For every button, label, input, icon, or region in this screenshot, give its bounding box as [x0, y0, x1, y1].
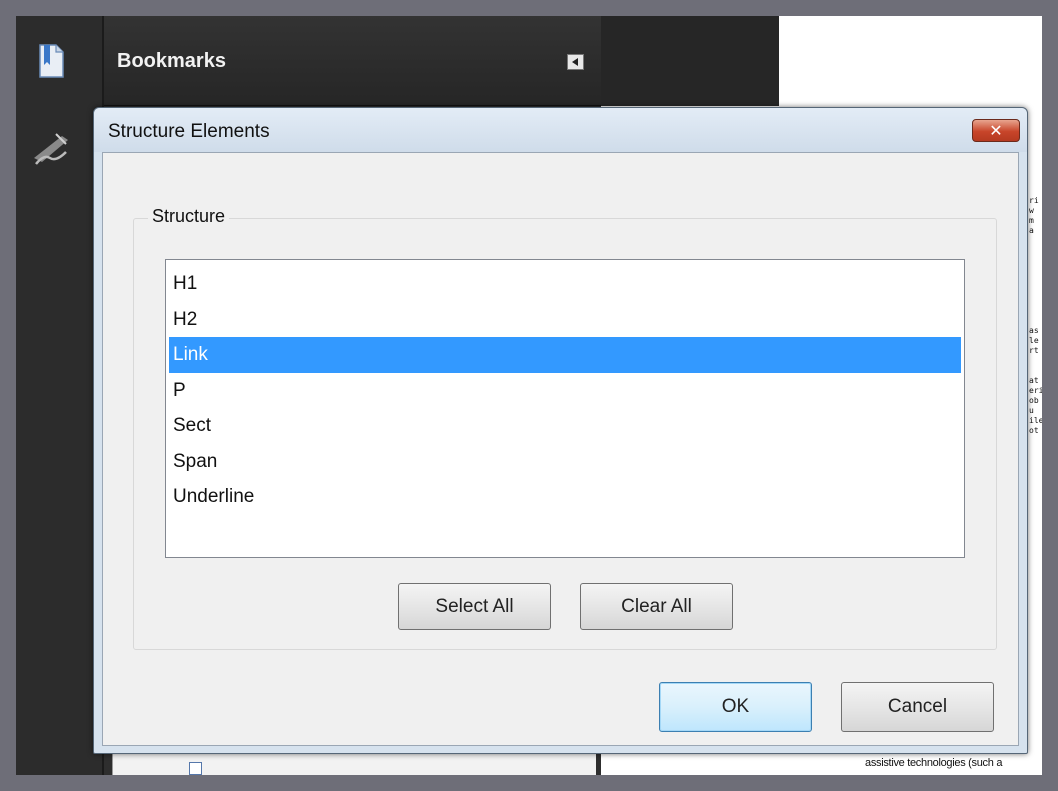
dialog-title: Structure Elements — [108, 121, 270, 142]
list-item-h1[interactable]: H1 — [169, 266, 961, 302]
close-button[interactable]: ✕ — [972, 119, 1020, 142]
collapse-panel-button[interactable] — [567, 54, 584, 70]
dialog-titlebar[interactable]: Structure Elements ✕ — [94, 108, 1027, 152]
list-item-span[interactable]: Span — [169, 444, 961, 480]
collapse-arrow-icon — [572, 58, 578, 66]
structure-group: Structure H1 H2 Link P Sect Span Underli… — [133, 206, 997, 650]
close-icon: ✕ — [989, 121, 1003, 140]
list-item-sect[interactable]: Sect — [169, 408, 961, 444]
list-item-h2[interactable]: H2 — [169, 302, 961, 338]
list-item-underline[interactable]: Underline — [169, 479, 961, 515]
structure-listbox[interactable]: H1 H2 Link P Sect Span Underline — [165, 259, 965, 558]
signature-icon[interactable] — [32, 128, 70, 168]
document-text-line: assistive technologies (such a — [865, 757, 1003, 769]
navigation-rail — [16, 16, 104, 775]
panel-toolbar-strip — [601, 16, 779, 106]
list-item-p[interactable]: P — [169, 373, 961, 409]
cancel-button[interactable]: Cancel — [841, 682, 994, 732]
tree-expand-icon[interactable] — [189, 762, 202, 775]
group-label: Structure — [148, 206, 230, 227]
dialog-body: Structure H1 H2 Link P Sect Span Underli… — [102, 152, 1019, 746]
clear-all-button[interactable]: Clear All — [580, 583, 733, 630]
document-text-fragments: ri w m a as le rt at eri ob u ile ot — [1029, 196, 1042, 435]
ok-button[interactable]: OK — [659, 682, 812, 732]
select-all-button[interactable]: Select All — [398, 583, 551, 630]
panel-header: Bookmarks — [104, 16, 601, 106]
structure-elements-dialog: Structure Elements ✕ Structure H1 H2 Lin… — [93, 107, 1028, 754]
list-item-link[interactable]: Link — [169, 337, 961, 373]
screen: Bookmarks ri w m a as le rt at eri ob u ile ot ass… — [16, 16, 1042, 775]
bookmark-tree-row[interactable] — [112, 751, 596, 775]
bookmarks-icon[interactable] — [36, 43, 66, 79]
panel-title: Bookmarks — [117, 50, 226, 72]
